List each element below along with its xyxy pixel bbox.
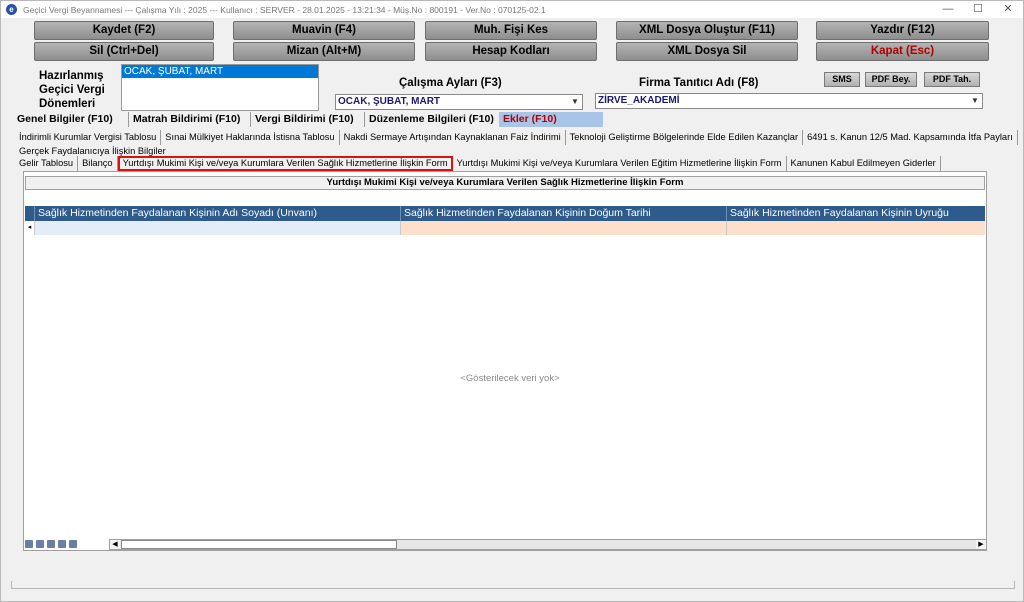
scroll-left-icon[interactable]: ◀ <box>110 540 120 549</box>
periods-combo-value: OCAK, ŞUBAT, MART <box>338 96 441 107</box>
grid-new-row: ◂ <box>25 221 985 235</box>
firm-combo[interactable]: ZİRVE_AKADEMİ ▼ <box>595 93 983 109</box>
prepared-period-item[interactable]: OCAK, ŞUBAT, MART <box>122 65 318 78</box>
tab-teknoloji-gelistirme[interactable]: Teknoloji Geliştirme Bölgelerinde Elde E… <box>566 130 804 145</box>
preview-icon[interactable] <box>36 540 44 548</box>
firm-label: Firma Tanıtıcı Adı (F8) <box>639 77 759 89</box>
pdf-tah-button[interactable]: PDF Tah. <box>924 72 980 87</box>
tab-kanunen-kabul-edilmeyen[interactable]: Kanunen Kabul Edilmeyen Giderler <box>787 156 941 171</box>
tab-gelir-tablosu[interactable]: Gelir Tablosu <box>15 156 79 171</box>
tab-sinai-mulkiyet[interactable]: Sınai Mülkiyet Haklarında İstisna Tablos… <box>161 130 340 145</box>
main-window: e Geçici Vergi Beyannamesi --- Çalışma Y… <box>0 0 1024 602</box>
scroll-right-icon[interactable]: ▶ <box>976 540 986 549</box>
chevron-down-icon[interactable]: ▼ <box>569 96 581 108</box>
window-title: Geçici Vergi Beyannamesi --- Çalışma Yıl… <box>23 4 546 15</box>
printer-icon[interactable] <box>69 540 77 548</box>
mizan-button[interactable]: Mizan (Alt+M) <box>233 42 415 61</box>
tab-ekler[interactable]: Ekler (F10) <box>499 112 603 127</box>
prepared-label-line1: Hazırlanmış <box>39 70 104 82</box>
sub-tabs-row3: Gelir Tablosu Bilanço Yurtdışı Mukimi Ki… <box>15 156 941 171</box>
tab-vergi-bildirimi[interactable]: Vergi Bildirimi (F10) <box>251 112 365 127</box>
periods-combo[interactable]: OCAK, ŞUBAT, MART ▼ <box>335 94 583 110</box>
scroll-thumb[interactable] <box>121 540 397 549</box>
grid-column-header[interactable]: Sağlık Hizmetinden Faydalanan Kişinin Do… <box>401 206 727 221</box>
prepared-periods-label: Hazırlanmış Geçici Vergi Dönemleri <box>39 69 105 111</box>
status-frame <box>11 581 1015 589</box>
minimize-button[interactable]: — <box>933 1 963 18</box>
tab-genel-bilgiler[interactable]: Genel Bilgiler (F10) <box>13 112 129 127</box>
empty-grid-message: <Gösterilecek veri yok> <box>460 373 560 384</box>
tab-duzenleme-bilgileri[interactable]: Düzenleme Bilgileri (F10) <box>365 112 499 127</box>
prepared-label-line3: Dönemleri <box>39 98 96 110</box>
grid-header-indicator <box>25 206 35 221</box>
export-icon[interactable] <box>47 540 55 548</box>
muh-fisi-button[interactable]: Muh. Fişi Kes <box>425 21 597 40</box>
firm-combo-value: ZİRVE_AKADEMİ <box>598 95 680 106</box>
muavin-button[interactable]: Muavin (F4) <box>233 21 415 40</box>
tab-nakdi-sermaye[interactable]: Nakdi Sermaye Artışından Kaynaklanan Fai… <box>340 130 566 145</box>
grid-header: Sağlık Hizmetinden Faydalanan Kişinin Ad… <box>25 206 985 221</box>
title-bar: e Geçici Vergi Beyannamesi --- Çalışma Y… <box>1 1 1023 18</box>
grid-cell[interactable] <box>727 221 985 235</box>
sms-button[interactable]: SMS <box>824 72 860 87</box>
grid-cell[interactable] <box>35 221 401 235</box>
window-controls: — ☐ ✕ <box>933 1 1023 18</box>
xml-create-button[interactable]: XML Dosya Oluştur (F11) <box>616 21 798 40</box>
tab-saglik-hizmetleri-form[interactable]: Yurtdışı Mukimi Kişi ve/veya Kurumlara V… <box>117 156 453 171</box>
prepared-periods-list[interactable]: OCAK, ŞUBAT, MART <box>121 64 319 111</box>
horizontal-scrollbar[interactable]: ◀ ▶ <box>109 539 987 550</box>
close-form-label: Kapat (Esc) <box>870 45 935 57</box>
app-logo-icon: e <box>6 4 17 15</box>
row-indicator-icon: ◂ <box>25 221 35 235</box>
save-button[interactable]: Kaydet (F2) <box>34 21 214 40</box>
close-form-button[interactable]: Kapat (Esc) <box>816 42 989 61</box>
list-icon[interactable] <box>58 540 66 548</box>
account-codes-button[interactable]: Hesap Kodları <box>425 42 597 61</box>
grid-column-header[interactable]: Sağlık Hizmetinden Faydalanan Kişinin Ad… <box>35 206 401 221</box>
sub-tabs-row1: İndirimli Kurumlar Vergisi Tablosu Sınai… <box>15 130 1018 145</box>
tab-egitim-hizmetleri-form[interactable]: Yurtdışı Mukimi Kişi ve/veya Kurumlara V… <box>453 156 787 171</box>
periods-label: Çalışma Ayları (F3) <box>399 77 502 89</box>
close-button[interactable]: ✕ <box>993 1 1023 18</box>
print-button[interactable]: Yazdır (F12) <box>816 21 989 40</box>
grid-column-header[interactable]: Sağlık Hizmetinden Faydalanan Kişinin Uy… <box>727 206 985 221</box>
prepared-label-line2: Geçici Vergi <box>39 84 105 96</box>
tab-indirimli-kurumlar[interactable]: İndirimli Kurumlar Vergisi Tablosu <box>15 130 162 145</box>
xml-delete-button[interactable]: XML Dosya Sil <box>616 42 798 61</box>
tab-bilanco[interactable]: Bilanço <box>78 156 118 171</box>
grid-cell[interactable] <box>401 221 727 235</box>
pdf-bey-button[interactable]: PDF Bey. <box>865 72 917 87</box>
tab-6491-kanun[interactable]: 6491 s. Kanun 12/5 Mad. Kapsamında İtfa … <box>803 130 1018 145</box>
tab-matrah-bildirimi[interactable]: Matrah Bildirimi (F10) <box>129 112 251 127</box>
main-tabs: Genel Bilgiler (F10) Matrah Bildirimi (F… <box>13 112 603 127</box>
form-title: Yurtdışı Mukimi Kişi ve/veya Kurumlara V… <box>25 176 985 190</box>
save-icon[interactable] <box>25 540 33 548</box>
maximize-button[interactable]: ☐ <box>963 1 993 18</box>
delete-button[interactable]: Sil (Ctrl+Del) <box>34 42 214 61</box>
chevron-down-icon[interactable]: ▼ <box>969 95 981 107</box>
